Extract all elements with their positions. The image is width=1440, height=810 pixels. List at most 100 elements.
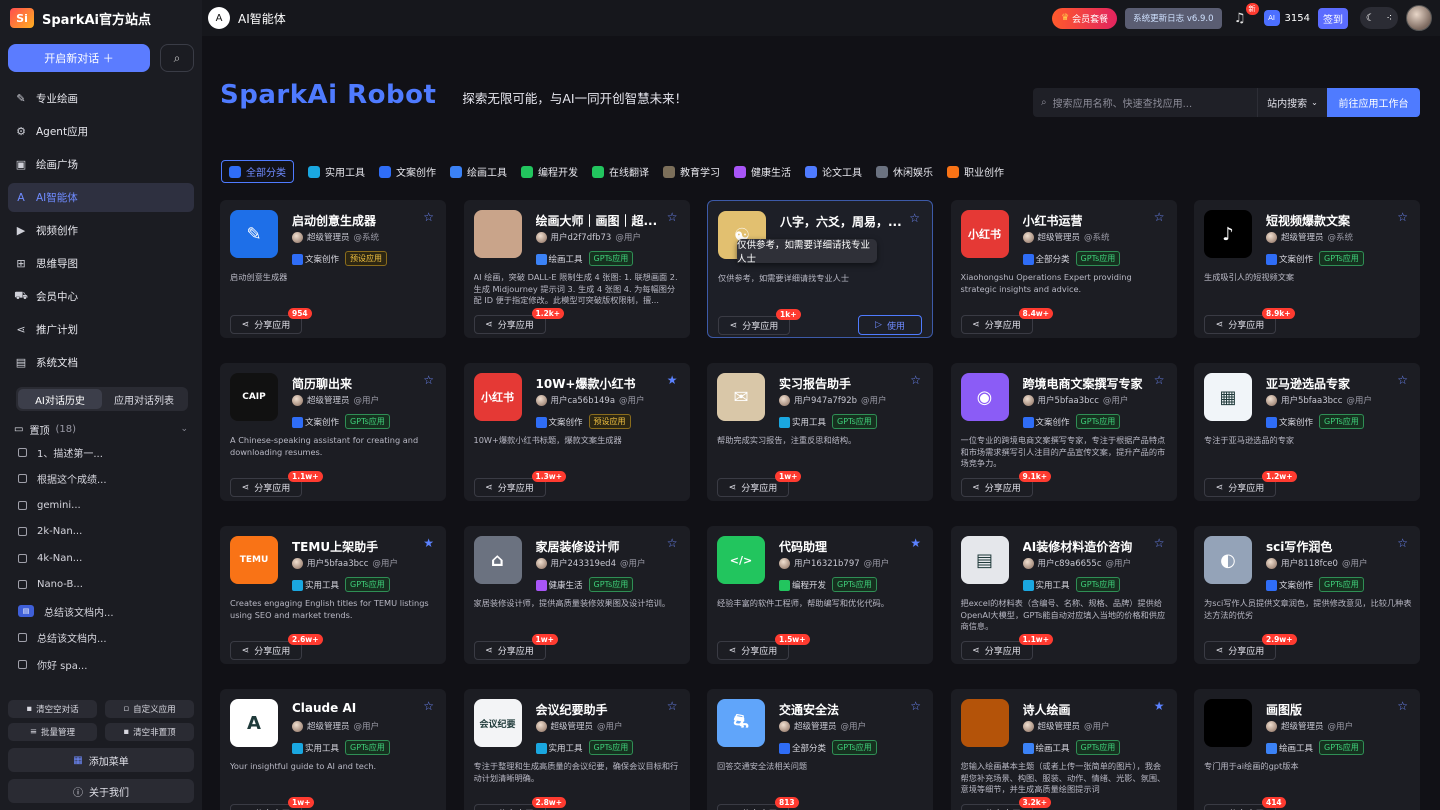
history-item[interactable]: ▤ 总结该文档内...: [0, 598, 202, 625]
app-card[interactable]: ✎ 启动创意生成器 ☆ 超级管理员 @系统 文案创作 预设应用 启动创意生成器 ⋖ 分享应…: [220, 200, 446, 338]
app-card[interactable]: ⌂ 家居装修设计师 ☆ 用户243319ed4 @用户 健康生活 GPTs应用 家居装修…: [463, 526, 690, 664]
app-tags: 健康生活 GPTs应用: [535, 577, 634, 592]
sidebar-item-6[interactable]: ⊞ 思维导图: [8, 249, 194, 278]
star-icon[interactable]: ☆: [1397, 536, 1408, 550]
theme-toggle[interactable]: ☾ ⁖: [1360, 7, 1398, 29]
star-icon[interactable]: ☆: [1397, 210, 1408, 224]
app-tags: 实用工具 GPTs应用: [292, 577, 390, 592]
app-card[interactable]: ☯ 八字，六爻，周易，... ☆ 仅供参考，如需要详细请找专业人士 ⋖ 分享应用 1…: [707, 200, 933, 338]
category-tab[interactable]: 在线翻译: [592, 160, 649, 183]
tab-ai-history[interactable]: AI对话历史: [18, 389, 102, 409]
app-card[interactable]: ⛐ 交通安全法 ☆ 超级管理员 @用户 全部分类 GPTs应用 回答交通安全法相关问题 …: [707, 689, 933, 810]
chevron-down-icon[interactable]: ⌄: [180, 424, 188, 434]
star-icon[interactable]: ☆: [667, 699, 678, 713]
checkin-button[interactable]: 签到: [1318, 7, 1348, 29]
app-card[interactable]: ◐ sci写作润色 ☆ 用户8118fce0 @用户 文案创作 GPTs应用 为sci写…: [1194, 526, 1420, 664]
category-tab[interactable]: 全部分类: [221, 160, 294, 183]
avatar[interactable]: [1406, 5, 1432, 31]
sidebar-item-9[interactable]: ▤ 系统文档: [8, 348, 194, 377]
search-scope-select[interactable]: 站内搜索 ⌄: [1257, 88, 1327, 117]
go-workbench-button[interactable]: 前往应用工作台: [1327, 88, 1420, 117]
star-icon[interactable]: ☆: [910, 699, 921, 713]
category-tab[interactable]: 论文工具: [805, 160, 862, 183]
star-icon[interactable]: ☆: [1397, 373, 1408, 387]
star-icon[interactable]: ★: [667, 373, 678, 387]
about-button[interactable]: ⓘ 关于我们: [8, 779, 194, 803]
history-item[interactable]: gemini...: [0, 492, 202, 519]
app-card[interactable]: </> 代码助理 ★ 用户16321b797 @用户 编程开发 GPTs应用 经验丰富的…: [707, 526, 933, 664]
app-card[interactable]: ◉ 跨境电商文案撰写专家 ☆ 用户5bfaa3bcc @用户 文案创作 GPTs应用一…: [950, 363, 1177, 501]
history-item[interactable]: 根据这个成绩...: [0, 466, 202, 493]
use-app-button[interactable]: ▷ 使用: [858, 315, 922, 335]
sidebar-item-3[interactable]: ▣ 绘画广场: [8, 150, 194, 179]
share-icon: ⋖: [1215, 645, 1224, 656]
star-icon[interactable]: ☆: [1154, 373, 1165, 387]
batch-manage-button[interactable]: ≡ 批量管理: [8, 723, 97, 741]
app-card[interactable]: 诗人绘画 ★ 超级管理员 @用户 绘画工具 GPTs应用 您输入绘画基本主题（或者上传一…: [950, 689, 1177, 810]
app-card[interactable]: A Claude AI ☆ 超级管理员 @用户 实用工具 GPTs应用 Your ins…: [220, 689, 446, 810]
app-card[interactable]: ▤ AI装修材料造价咨询 ☆ 用户c89a6655c @用户 实用工具 GPTs应用把…: [950, 526, 1177, 664]
app-card[interactable]: TEMU TEMU上架助手 ★ 用户5bfaa3bcc @用户 实用工具 GPTs应用…: [220, 526, 446, 664]
star-icon[interactable]: ★: [423, 536, 434, 550]
category-tab[interactable]: 编程开发: [521, 160, 578, 183]
app-card[interactable]: ♪ 短视频爆款文案 ☆ 超级管理员 @系统 文案创作 GPTs应用 生成吸引人的短视频文…: [1194, 200, 1420, 338]
category-tab[interactable]: 休闲娱乐: [876, 160, 933, 183]
history-item[interactable]: Nano-B...: [0, 572, 202, 599]
app-card[interactable]: ✉ 实习报告助手 ☆ 用户947a7f92b @用户 实用工具 GPTs应用 帮助完成实…: [707, 363, 933, 501]
app-card[interactable]: 会议纪要 会议纪要助手 ☆ 超级管理员 @用户 实用工具 GPTs应用 专注于整理和生成…: [463, 689, 690, 810]
history-item[interactable]: 4k-Nan...: [0, 545, 202, 572]
tab-app-history[interactable]: 应用对话列表: [102, 389, 186, 409]
sidebar-item-7[interactable]: ⛟ 会员中心: [8, 282, 194, 311]
star-icon[interactable]: ☆: [667, 210, 678, 224]
sidebar-item-1[interactable]: ✎ 专业绘画: [8, 84, 194, 113]
star-icon[interactable]: ☆: [909, 211, 920, 225]
category-tab[interactable]: 绘画工具: [450, 160, 507, 183]
star-icon[interactable]: ★: [1154, 699, 1165, 713]
star-icon[interactable]: ☆: [910, 373, 921, 387]
app-card[interactable]: ▦ 亚马逊选品专家 ☆ 用户5bfaa3bcc @用户 文案创作 GPTs应用 专注于亚…: [1194, 363, 1420, 501]
app-card[interactable]: 小红书 小红书运营 ☆ 超级管理员 @系统 全部分类 GPTs应用 Xiaohongsh…: [950, 200, 1177, 338]
category-tab[interactable]: 教育学习: [663, 160, 720, 183]
sidebar-item-5[interactable]: ▶ 视频创作: [8, 216, 194, 245]
pinned-label: 置顶: [29, 425, 50, 437]
search-icon[interactable]: ⌕: [160, 44, 194, 72]
star-icon[interactable]: ☆: [423, 210, 434, 224]
category-tab[interactable]: 实用工具: [308, 160, 365, 183]
category-tab[interactable]: 文案创作: [379, 160, 436, 183]
sidebar-item-4[interactable]: A AI智能体: [8, 183, 194, 212]
bell-icon[interactable]: ♫ 新: [1230, 3, 1259, 28]
history-item[interactable]: 1、描述第一...: [0, 439, 202, 466]
app-card[interactable]: CAIP 简历聊出来 ☆ 超级管理员 @用户 文案创作 GPTs应用 A Chinese…: [220, 363, 446, 501]
category-tab[interactable]: 健康生活: [734, 160, 791, 183]
clear-empty-button[interactable]: ▪ 清空空对话: [8, 700, 97, 718]
app-card[interactable]: 绘画大师｜画图｜超... ☆ 用户d2f7dfb73 @用户 绘画工具 GPTs应用 A…: [463, 200, 690, 338]
star-icon[interactable]: ☆: [1397, 699, 1408, 713]
star-icon[interactable]: ☆: [667, 536, 678, 550]
history-item[interactable]: 总结该文档内...: [0, 625, 202, 652]
sidebar-item-2[interactable]: ⚙ Agent应用: [8, 117, 194, 146]
star-icon[interactable]: ☆: [1154, 210, 1165, 224]
history-item[interactable]: 你好 spa...: [0, 651, 202, 678]
share-icon: ⋖: [485, 482, 493, 493]
clear-unpinned-button[interactable]: ▪ 清空非置顶: [105, 723, 194, 741]
points-display[interactable]: AI 3154: [1263, 10, 1310, 26]
star-icon[interactable]: ☆: [1154, 536, 1165, 550]
star-icon[interactable]: ☆: [423, 373, 434, 387]
pinned-group[interactable]: ▭ 置顶 (18) ⌄: [14, 419, 188, 439]
update-log-button[interactable]: 系统更新日志 v6.9.0: [1125, 7, 1222, 29]
app-grid: ✎ 启动创意生成器 ☆ 超级管理员 @系统 文案创作 预设应用 启动创意生成器 ⋖ 分享应…: [220, 200, 1420, 810]
category-tab[interactable]: 职业创作: [947, 160, 1004, 183]
new-chat-button[interactable]: 开启新对话 ＋: [8, 44, 150, 72]
sidebar-item-8[interactable]: ⋖ 推广计划: [8, 315, 194, 344]
custom-app-button[interactable]: ▫ 自定义应用: [105, 700, 194, 718]
star-icon[interactable]: ★: [910, 536, 921, 550]
brand[interactable]: Si SparkAi官方站点: [0, 0, 202, 36]
app-card[interactable]: 小红书 10W+爆款小红书 ★ 用户ca56b149a @用户 文案创作 预设应用 10…: [463, 363, 690, 501]
add-menu-button[interactable]: ▦ 添加菜单: [8, 748, 194, 772]
app-type-tag: GPTs应用: [1075, 577, 1121, 592]
vip-plan-button[interactable]: ♛ 会员套餐: [1052, 7, 1118, 29]
app-card[interactable]: 画图版 ☆超级管理员@用户 绘画工具GPTs应用专门用于ai绘画的gpt版本 ⋖…: [1194, 689, 1420, 810]
usage-count-badge: 8.4w+: [1018, 308, 1053, 319]
history-item[interactable]: 2k-Nan...: [0, 519, 202, 546]
star-icon[interactable]: ☆: [423, 699, 434, 713]
